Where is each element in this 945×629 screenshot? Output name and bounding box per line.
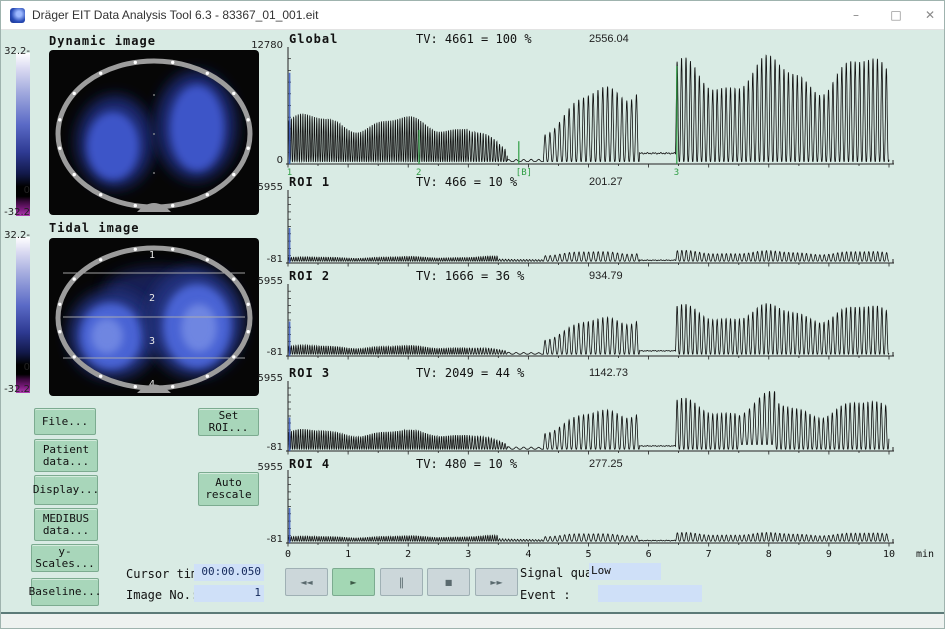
window-bottom-edge [1,612,945,629]
svg-text:5: 5 [585,549,591,560]
rewind-button[interactable]: ◄◄ [285,568,328,596]
maximize-icon[interactable]: □ [887,7,905,23]
chart-tv-roi4: TV: 480 = 10 % [416,457,517,471]
chart-tv-global: TV: 4661 = 100 % [416,32,532,46]
roi1-waveform-plot[interactable] [284,190,944,268]
pause-button[interactable]: ∥ [380,568,423,596]
tidal-colorbar-max: 32.2- [0,230,30,241]
svg-text:6: 6 [646,549,652,560]
ymin-roi2: -81 [247,347,283,358]
roi2-waveform-plot[interactable] [284,284,944,361]
display-button[interactable]: Display... [34,475,98,505]
chart-aux-global: 2556.04 [589,33,629,45]
chart-title-roi2: ROI 2 [289,269,330,283]
tidal-colorbar-zero: 0 [0,362,30,373]
app-window: Dräger EIT Data Analysis Tool 6.3 - 8336… [0,0,945,629]
stop-button[interactable]: ■ [427,568,470,596]
dynamic-colorbar-min: -32.2 [0,207,30,218]
close-icon[interactable]: ✕ [921,7,939,23]
chart-aux-roi2: 934.79 [589,270,623,282]
medibus-data-button[interactable]: MEDIBUS data... [34,508,98,541]
svg-text:8: 8 [766,549,772,560]
svg-text:9: 9 [826,549,832,560]
tidal-eit-image: 1234 [49,238,259,396]
baseline-button[interactable]: Baseline... [31,578,99,606]
forward-icon: ►► [490,578,502,587]
chart-title-roi4: ROI 4 [289,457,330,471]
file-button[interactable]: File... [34,408,96,435]
chart-aux-roi4: 277.25 [589,458,623,470]
roi3-waveform-plot[interactable] [284,381,944,456]
ymax-global: 12780 [247,40,283,51]
svg-text:[B]: [B] [516,168,532,178]
dynamic-eit-image [49,50,259,215]
chart-aux-roi3: 1142.73 [589,367,628,379]
chart-tv-roi3: TV: 2049 = 44 % [416,366,524,380]
svg-text:10: 10 [883,549,895,560]
rewind-icon: ◄◄ [300,578,312,587]
set-roi-button[interactable]: Set ROI... [198,408,259,436]
event-field[interactable] [598,585,702,602]
svg-text:2: 2 [149,293,155,304]
global-waveform-plot[interactable]: 1 2 [B] 3 [284,47,944,179]
auto-rescale-button[interactable]: Auto rescale [198,472,259,506]
svg-text:3: 3 [149,336,155,347]
dynamic-image-label: Dynamic image [49,34,156,48]
window-title: Dräger EIT Data Analysis Tool 6.3 - 8336… [32,8,318,22]
play-button[interactable]: ► [332,568,375,596]
svg-text:0: 0 [285,549,291,560]
svg-text:1: 1 [287,168,292,178]
dynamic-colorbar-max: 32.2- [0,46,30,57]
ymin-roi3: -81 [247,442,283,453]
pause-icon: ∥ [399,576,405,589]
chart-title-roi3: ROI 3 [289,366,330,380]
app-icon [10,8,25,23]
ymax-roi1: 5955 [247,182,283,193]
svg-text:4: 4 [525,549,531,560]
minimize-icon[interactable]: – [847,7,865,23]
svg-text:1: 1 [345,549,351,560]
chart-tv-roi2: TV: 1666 = 36 % [416,269,524,283]
patient-data-button[interactable]: Patient data... [34,439,98,472]
roi4-waveform-plot[interactable]: 0 1 2 3 4 5 6 7 8 9 10 min [284,470,944,560]
svg-text:min: min [916,549,934,560]
image-no-label: Image No.: [126,588,198,602]
svg-text:1: 1 [149,250,155,261]
svg-text:7: 7 [706,549,712,560]
ymax-roi2: 5955 [247,276,283,287]
chart-title-global: Global [289,32,338,46]
signal-qual-field[interactable]: Low [589,563,661,580]
ymin-global: 0 [247,155,283,166]
svg-text:3: 3 [465,549,471,560]
event-label: Event : [520,588,571,602]
svg-text:2: 2 [405,549,411,560]
stop-icon: ■ [445,578,453,587]
svg-text:2: 2 [416,168,421,178]
tidal-image-label: Tidal image [49,221,139,235]
ymin-roi4: -81 [247,534,283,545]
y-scales-button[interactable]: y-Scales... [31,544,99,572]
image-no-field[interactable]: 1 [194,585,264,602]
ymax-roi3: 5955 [247,373,283,384]
play-icon: ► [350,578,356,587]
title-bar: Dräger EIT Data Analysis Tool 6.3 - 8336… [1,1,945,30]
dynamic-colorbar-zero: 0 [0,185,30,196]
ymin-roi1: -81 [247,254,283,265]
tidal-colorbar-min: -32.2 [0,384,30,395]
cursor-time-field[interactable]: 00:00.050 [194,564,264,581]
forward-button[interactable]: ►► [475,568,518,596]
svg-text:3: 3 [674,168,679,178]
